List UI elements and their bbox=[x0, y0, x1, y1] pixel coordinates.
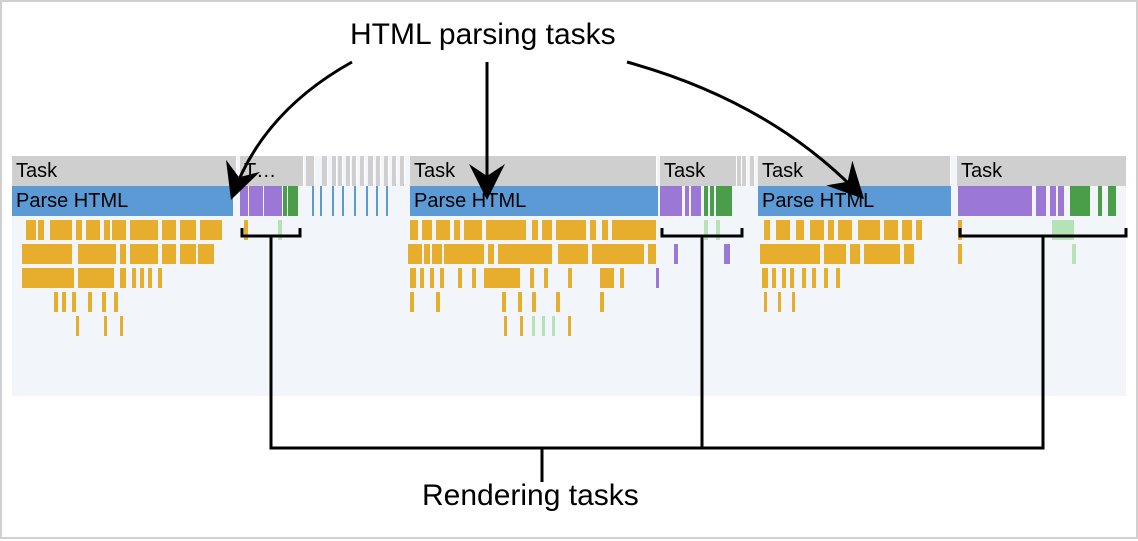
task-sliver bbox=[338, 156, 343, 186]
task-sliver bbox=[322, 156, 328, 186]
flame-chart: TaskT…TaskTaskTaskTask Parse HTMLParse H… bbox=[12, 156, 1126, 396]
task-block: Task bbox=[410, 156, 657, 186]
thin-task-sliver-row bbox=[312, 186, 397, 216]
task-row: TaskT…TaskTaskTaskTask bbox=[12, 156, 1126, 186]
task-sliver bbox=[376, 156, 381, 186]
task-block: Task bbox=[957, 156, 1127, 186]
task-sliver bbox=[346, 156, 351, 186]
task-sliver bbox=[400, 156, 405, 186]
parse-html-block: Parse HTML bbox=[12, 186, 233, 216]
parse-html-block: Parse HTML bbox=[758, 186, 951, 216]
task-block: Task bbox=[758, 156, 951, 186]
parse-row: Parse HTML Parse HTML Parse HTML bbox=[12, 186, 1126, 216]
flame-row bbox=[12, 244, 1126, 264]
task-sliver bbox=[392, 156, 397, 186]
flame-row bbox=[12, 220, 1126, 240]
task-sliver bbox=[352, 156, 357, 186]
render-task-block bbox=[958, 186, 1128, 216]
flame-row bbox=[12, 292, 1126, 312]
task-block: Task bbox=[660, 156, 737, 186]
render-task-block bbox=[240, 186, 304, 216]
task-sliver bbox=[360, 156, 365, 186]
flame-row bbox=[12, 268, 1126, 288]
parse-html-block: Parse HTML bbox=[410, 186, 658, 216]
flame-stack bbox=[12, 216, 1126, 396]
task-sliver bbox=[750, 156, 755, 186]
annotation-label-top: HTML parsing tasks bbox=[350, 18, 616, 52]
render-task-block bbox=[660, 186, 737, 216]
flame-row bbox=[12, 316, 1126, 336]
task-sliver bbox=[368, 156, 374, 186]
task-block: T… bbox=[240, 156, 304, 186]
task-sliver bbox=[332, 156, 337, 186]
task-sliver bbox=[742, 156, 747, 186]
annotation-label-bottom: Rendering tasks bbox=[422, 479, 639, 513]
task-sliver bbox=[310, 156, 315, 186]
task-block: Task bbox=[12, 156, 237, 186]
task-sliver bbox=[384, 156, 389, 186]
